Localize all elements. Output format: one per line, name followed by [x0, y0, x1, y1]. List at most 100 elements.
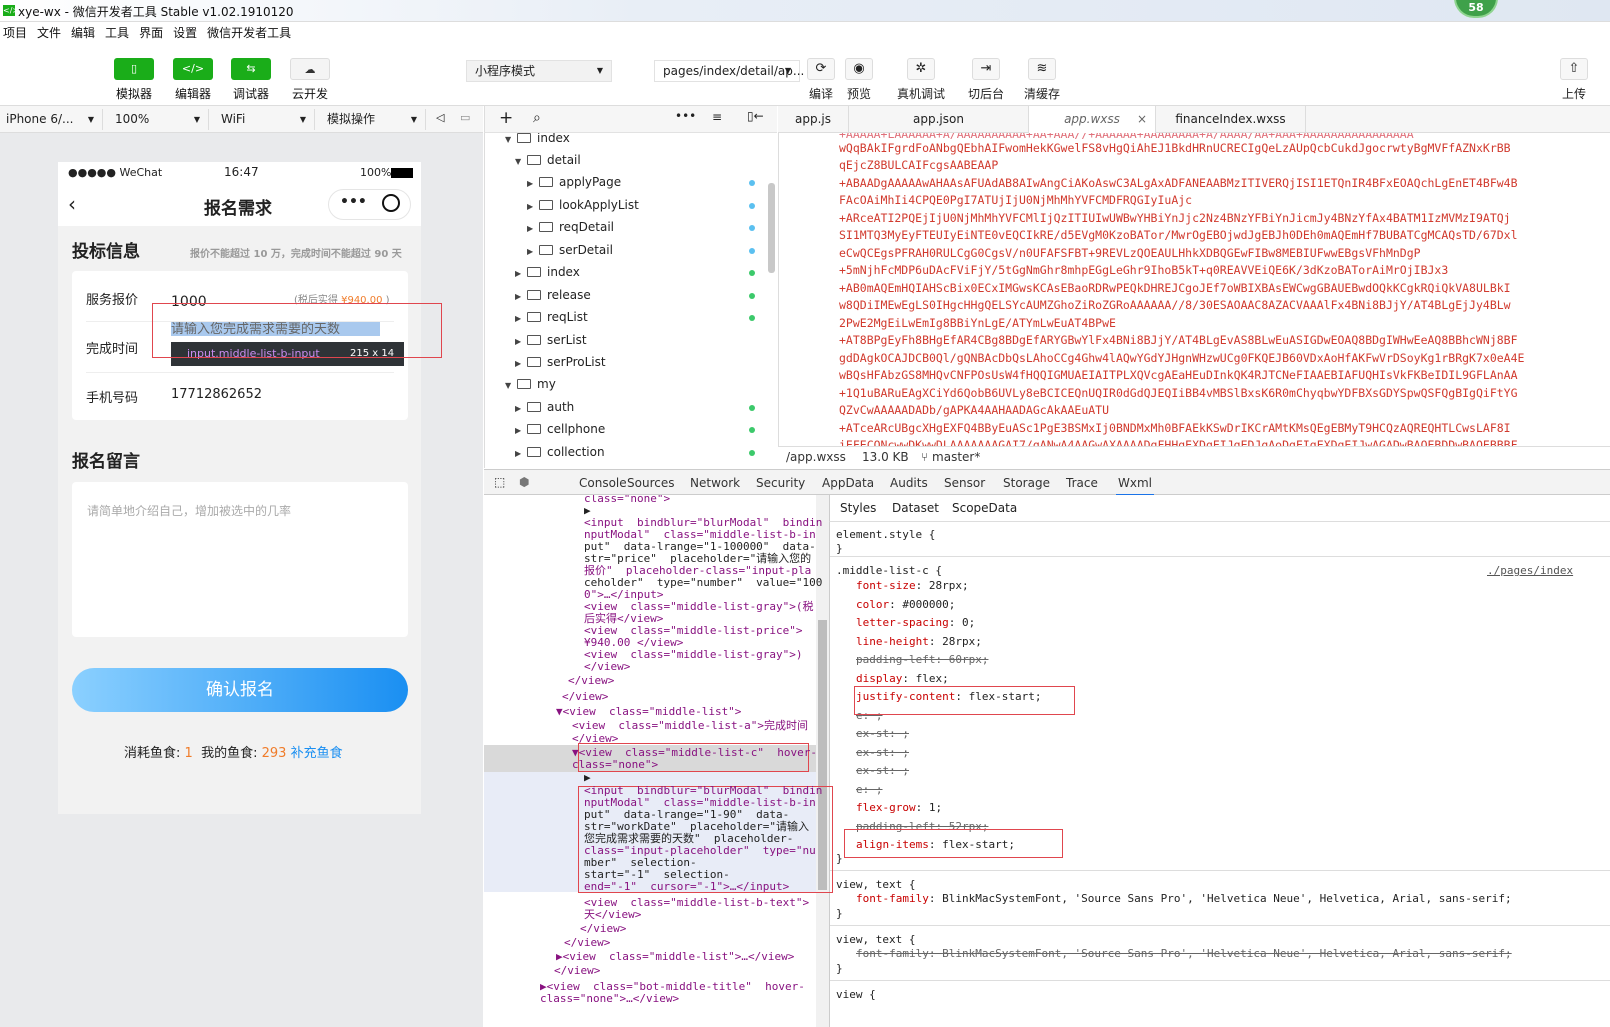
clear-cache-button[interactable]: ≋ 清缓存 — [1020, 58, 1064, 102]
menu-devtools[interactable]: 微信开发者工具 — [204, 22, 298, 44]
cloud-button[interactable]: ☁ 云开发 — [284, 58, 336, 102]
wxml-line[interactable]: ▶<view class="middle-list">…</view> — [556, 951, 794, 963]
tab-dataset[interactable]: Dataset — [892, 501, 939, 515]
simulator-button[interactable]: ▯ 模拟器 — [108, 58, 160, 102]
wxml-line[interactable]: </view> — [562, 691, 608, 703]
device-icon[interactable]: ⬢ — [519, 475, 529, 489]
close-icon[interactable]: × — [1137, 106, 1147, 133]
add-icon[interactable]: + — [499, 108, 513, 128]
tree-scrollbar[interactable] — [768, 183, 775, 273]
tree-node[interactable]: ▼ my — [505, 373, 556, 395]
tree-node[interactable]: ▶ index — [515, 261, 580, 283]
style-property[interactable]: e: ; — [856, 783, 883, 796]
zoom-select[interactable]: 100% ▼ — [109, 109, 209, 130]
tree-node[interactable]: ▼ index — [505, 133, 570, 149]
volume-icon[interactable]: ◁ — [436, 111, 444, 124]
back-icon[interactable]: ‹ — [68, 192, 76, 216]
style-property[interactable]: ex-st: ; — [856, 727, 909, 740]
background-button[interactable]: ⇥ 切后台 — [962, 58, 1010, 102]
tab-wxml[interactable]: Wxml — [1116, 470, 1154, 496]
wxml-line[interactable]: </view> — [564, 937, 610, 949]
mode-select[interactable]: 小程序模式 ▼ — [466, 60, 612, 82]
inspect-icon[interactable]: ⬚ — [494, 475, 505, 489]
search-icon[interactable]: ⌕ — [533, 110, 541, 126]
wxml-line[interactable]: class="none"> — [584, 495, 670, 505]
operation-select[interactable]: 模拟操作 ▼ — [321, 109, 426, 130]
tab-appdata[interactable]: AppData — [822, 470, 874, 496]
device-select[interactable]: iPhone 6/... ▼ — [0, 109, 103, 130]
recharge-link[interactable]: 补充鱼食 — [291, 746, 343, 761]
style-property[interactable]: flex-grow: 1; — [856, 801, 942, 814]
style-property[interactable]: display: flex; — [856, 672, 949, 685]
style-property[interactable]: ex-st: ; — [856, 764, 909, 777]
tab-trace[interactable]: Trace — [1066, 470, 1098, 496]
close-circle-icon[interactable] — [382, 194, 400, 212]
preview-button[interactable]: ◉ 预览 — [839, 58, 879, 102]
tab-security[interactable]: Security — [756, 470, 805, 496]
menu-edit[interactable]: 编辑 — [68, 22, 102, 44]
editor-button[interactable]: </> 编辑器 — [167, 58, 219, 102]
code-editor[interactable]: +AAAAA+LAAAAAA+A/AAAAAAAAAA+AA+AAA//+AAA… — [778, 133, 1610, 446]
message-textarea[interactable]: 请简单地介绍自己，增加被选中的几率 — [72, 482, 408, 637]
wxml-line[interactable]: ▶ — [584, 772, 591, 784]
tab-styles[interactable]: Styles — [840, 501, 876, 515]
wxml-scrollbar[interactable] — [816, 495, 829, 1027]
upload-button[interactable]: ⇧ 上传 — [1554, 58, 1594, 102]
menu-interface[interactable]: 界面 — [136, 22, 170, 44]
tab-sources[interactable]: Sources — [627, 470, 674, 496]
tab-app-wxss[interactable]: app.wxss × — [1029, 106, 1156, 133]
tree-node[interactable]: ▶ auth — [515, 396, 574, 418]
more-icon[interactable]: ••• — [340, 194, 367, 210]
tab-network[interactable]: Network — [690, 470, 740, 496]
tab-app-js[interactable]: app.js — [778, 106, 849, 133]
wxml-line[interactable]: end="-1" cursor="-1">…</input> — [584, 881, 789, 893]
wxml-line[interactable]: </view> — [568, 675, 614, 687]
wxml-line[interactable]: </view> — [584, 661, 630, 673]
confirm-button[interactable]: 确认报名 — [72, 668, 408, 712]
tree-node[interactable]: ▶ reqDetail — [527, 216, 614, 238]
wxml-line[interactable]: class="none"> — [572, 759, 658, 771]
more-icon[interactable]: ••• — [675, 109, 696, 123]
tab-app-json[interactable]: app.json — [849, 106, 1029, 133]
debugger-button[interactable]: ⇆ 调试器 — [225, 58, 277, 102]
tree-node[interactable]: ▶ serList — [515, 329, 587, 351]
collapse-icon[interactable]: ▯← — [747, 109, 764, 123]
style-property[interactable]: line-height: 28rpx; — [856, 635, 982, 648]
status-branch[interactable]: ⑂ master* — [921, 450, 980, 464]
tree-node[interactable]: ▶ lookApplyList — [527, 194, 639, 216]
rule-source-link[interactable]: ./pages/index — [1487, 564, 1573, 577]
tree-node[interactable]: ▶ serProList — [515, 351, 606, 373]
phone-input[interactable]: 17712862652 — [171, 387, 262, 402]
menu-file[interactable]: 文件 — [34, 22, 68, 44]
tree-node[interactable]: ▶ release — [515, 284, 591, 306]
tab-finance-index-wxss[interactable]: financeIndex.wxss — [1156, 106, 1306, 133]
wxml-line[interactable]: <view class="middle-list-a">完成时间 — [572, 720, 808, 732]
tree-node[interactable]: ▶ serDetail — [527, 239, 613, 261]
tree-node[interactable]: ▶ collection — [515, 441, 605, 463]
style-property[interactable]: letter-spacing: 0; — [856, 616, 975, 629]
tab-sensor[interactable]: Sensor — [944, 470, 985, 496]
tab-scopedata[interactable]: ScopeData — [952, 501, 1017, 515]
wxml-line[interactable]: 天</view> — [584, 909, 641, 921]
tab-audits[interactable]: Audits — [890, 470, 928, 496]
wxml-line[interactable]: </view> — [572, 733, 618, 745]
style-property[interactable]: color: #000000; — [856, 598, 955, 611]
tab-console[interactable]: Console — [579, 470, 627, 496]
real-debug-button[interactable]: ✲ 真机调试 — [893, 58, 949, 102]
tree-node[interactable]: ▶ applyPage — [527, 171, 621, 193]
wxml-line[interactable]: class="none">…</view> — [540, 993, 679, 1005]
wxml-line[interactable]: ▼<view class="middle-list"> — [556, 706, 741, 718]
menu-tools[interactable]: 工具 — [102, 22, 136, 44]
style-property[interactable]: padding-left: 60rpx; — [856, 653, 988, 666]
wxml-line[interactable]: </view> — [580, 923, 626, 935]
wxml-line[interactable]: </view> — [554, 965, 600, 977]
tree-node[interactable]: ▶ reqList — [515, 306, 588, 328]
page-select[interactable]: pages/index/detail/ap... ▼ — [654, 60, 804, 82]
tab-storage[interactable]: Storage — [1003, 470, 1050, 496]
menu-project[interactable]: 项目 — [0, 22, 34, 44]
menu-settings[interactable]: 设置 — [170, 22, 204, 44]
tree-node[interactable]: ▶ cellphone — [515, 418, 605, 440]
window-icon[interactable]: ▭ — [460, 111, 470, 124]
sort-icon[interactable]: ≡ — [712, 110, 722, 124]
network-select[interactable]: WiFi ▼ — [215, 109, 315, 130]
